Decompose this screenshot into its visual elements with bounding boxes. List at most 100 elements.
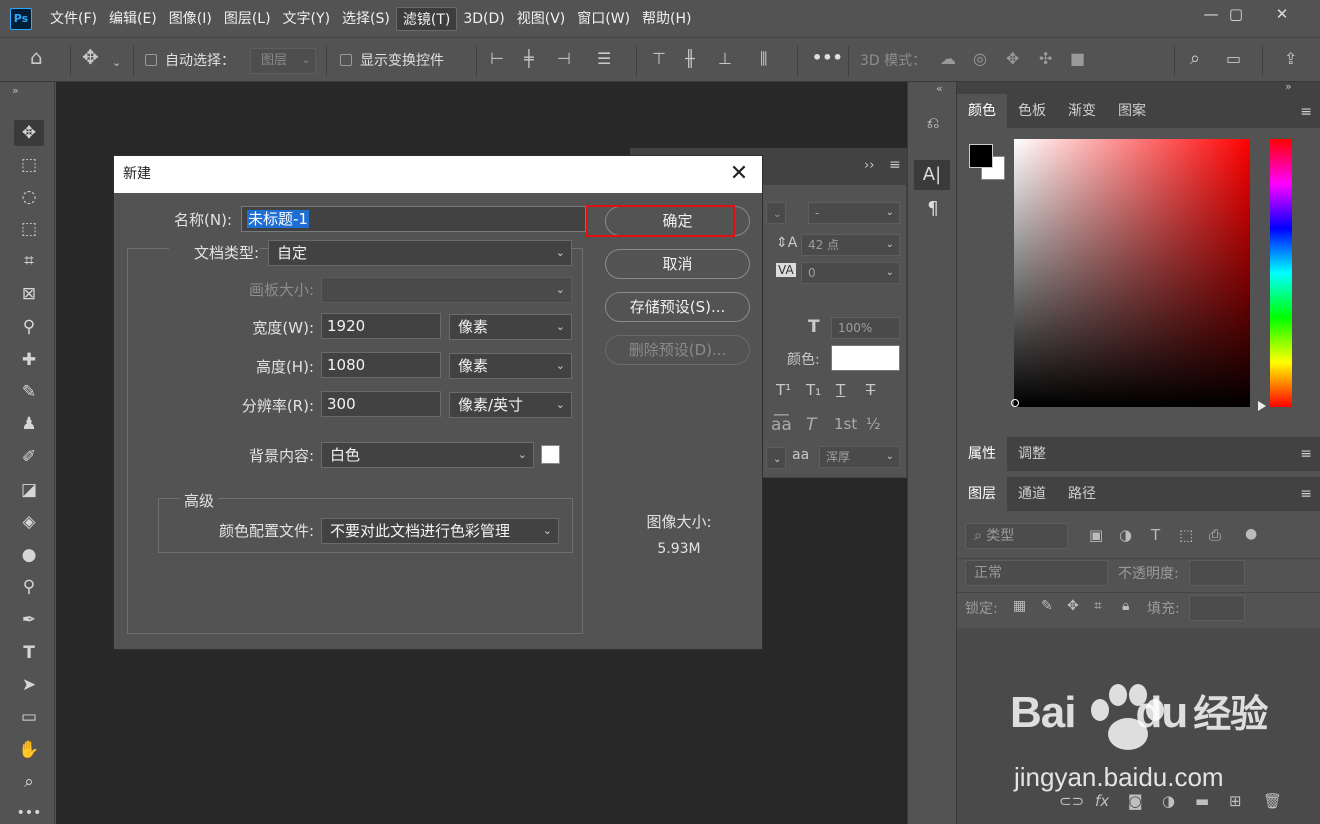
underline-icon[interactable]: T xyxy=(836,381,845,399)
menu-view[interactable]: 视图(V) xyxy=(511,7,572,31)
hand-tool-icon[interactable]: ✋ xyxy=(14,737,44,763)
paragraph-panel-icon[interactable]: ¶ xyxy=(918,196,948,222)
close-window-button[interactable]: ✕ xyxy=(1259,0,1305,27)
collapse-icon[interactable]: « xyxy=(936,82,943,95)
move-tool-icon[interactable]: ✥ xyxy=(14,120,44,146)
doc-type-select[interactable]: 自定 ⌄ xyxy=(268,240,572,266)
tab-swatches[interactable]: 色板 xyxy=(1007,94,1057,128)
panel-menu-icon[interactable]: ≡ xyxy=(1300,104,1312,120)
tracking-field[interactable]: 0 ⌄ xyxy=(801,262,900,284)
adjustment-filter-icon[interactable]: ◑ xyxy=(1119,526,1132,544)
3d-orbit-icon[interactable]: ☁ xyxy=(940,49,956,69)
eraser-tool-icon[interactable]: ◪ xyxy=(14,477,44,503)
background-select[interactable]: 白色 ⌄ xyxy=(321,442,534,468)
tab-layers[interactable]: 图层 xyxy=(957,477,1007,511)
collapse-icon[interactable]: » xyxy=(12,84,19,97)
delete-layer-icon[interactable]: 🗑︎ xyxy=(1263,792,1282,810)
name-input[interactable]: 未标题-1 xyxy=(241,206,586,232)
delete-preset-button[interactable]: 删除预设(D)... xyxy=(605,335,750,365)
image-filter-icon[interactable]: ▣ xyxy=(1089,526,1103,544)
text-color-swatch[interactable] xyxy=(831,345,900,371)
paint-bucket-tool-icon[interactable]: ◈ xyxy=(14,509,44,535)
opacity-field[interactable] xyxy=(1189,560,1245,586)
adjustment-layer-icon[interactable]: ◑ xyxy=(1162,792,1175,810)
fraction-icon[interactable]: ½ xyxy=(866,415,881,433)
distribute-icon[interactable]: ☰ xyxy=(597,49,611,69)
layer-filter-dropdown[interactable]: ⌕ 类型 xyxy=(965,523,1068,549)
menu-filter[interactable]: 滤镜(T) xyxy=(395,6,458,31)
shape-filter-icon[interactable]: ⬚ xyxy=(1179,526,1193,544)
new-layer-icon[interactable]: ⊞ xyxy=(1229,792,1242,810)
crop-tool-icon[interactable]: ⌗ xyxy=(14,248,44,274)
filter-toggle-icon[interactable]: ● xyxy=(1245,526,1257,542)
lasso-tool-icon[interactable]: ◌ xyxy=(14,184,44,210)
healing-tool-icon[interactable]: ✚ xyxy=(14,347,44,373)
type-filter-icon[interactable]: T xyxy=(1151,526,1160,544)
dodge-tool-icon[interactable]: ⚲ xyxy=(14,574,44,600)
menu-type[interactable]: 文字(Y) xyxy=(277,7,336,31)
resolution-unit-select[interactable]: 像素/英寸 ⌄ xyxy=(449,392,572,418)
menu-layer[interactable]: 图层(L) xyxy=(218,7,277,31)
font-style-dropdown[interactable]: ⌄ xyxy=(766,202,786,224)
lock-all-icon[interactable]: 🔒︎ xyxy=(1122,598,1129,614)
height-unit-select[interactable]: 像素 ⌄ xyxy=(449,353,572,379)
save-preset-button[interactable]: 存储预设(S)... xyxy=(605,292,750,322)
align-hcenter-icon[interactable]: ╪ xyxy=(524,49,534,69)
zoom-tool-icon[interactable]: ⌕ xyxy=(14,769,44,795)
3d-slide-icon[interactable]: ✣ xyxy=(1039,49,1052,69)
menu-file[interactable]: 文件(F) xyxy=(44,7,103,31)
hue-handle[interactable] xyxy=(1258,401,1266,411)
color-field[interactable] xyxy=(1014,139,1250,407)
foreground-color-swatch[interactable] xyxy=(969,144,993,168)
lock-pixels-icon[interactable]: ✎ xyxy=(1041,598,1053,614)
tab-adjustments[interactable]: 调整 xyxy=(1007,437,1057,471)
more-tools-icon[interactable]: ••• xyxy=(14,800,44,824)
layer-mask-icon[interactable]: ◙ xyxy=(1128,792,1143,810)
share-icon[interactable]: ⇪ xyxy=(1284,49,1297,69)
height-input[interactable]: 1080 xyxy=(321,352,441,378)
brush-tool-icon[interactable]: ✎ xyxy=(14,379,44,405)
blend-mode-dropdown[interactable]: 正常 xyxy=(965,560,1108,586)
subscript-icon[interactable]: T₁ xyxy=(806,381,821,399)
pen-tool-icon[interactable]: ✒ xyxy=(14,607,44,633)
eyedropper-tool-icon[interactable]: ⚲ xyxy=(14,314,44,340)
lock-transparency-icon[interactable]: ▦ xyxy=(1013,598,1026,614)
auto-select-checkbox[interactable] xyxy=(145,54,157,66)
menu-help[interactable]: 帮助(H) xyxy=(636,7,697,31)
leading-dropdown[interactable]: - ⌄ xyxy=(808,202,900,224)
tab-gradients[interactable]: 渐变 xyxy=(1057,94,1107,128)
scale-field[interactable]: 100% xyxy=(831,317,900,339)
swash-icon[interactable]: T xyxy=(806,415,816,435)
background-color-swatch[interactable] xyxy=(541,445,560,464)
expand-icon[interactable]: ›› xyxy=(864,158,874,173)
tab-patterns[interactable]: 图案 xyxy=(1107,94,1157,128)
font-size-field[interactable]: 42 点 ⌄ xyxy=(801,234,900,256)
menu-3d[interactable]: 3D(D) xyxy=(457,7,510,31)
move-tool-icon[interactable]: ✥ xyxy=(82,47,99,67)
history-panel-icon[interactable]: ⎌ xyxy=(918,110,948,136)
language-dropdown[interactable]: ⌄ xyxy=(766,447,786,469)
collapse-icon[interactable]: » xyxy=(1285,80,1292,93)
object-select-tool-icon[interactable]: ⬚ xyxy=(14,216,44,242)
chevron-down-icon[interactable]: ⌄ xyxy=(112,53,121,73)
ligature-icon[interactable]: a͞a xyxy=(771,415,792,435)
auto-select-dropdown[interactable]: 图层 ⌄ xyxy=(250,48,316,74)
color-picker-handle[interactable] xyxy=(1011,399,1019,407)
fill-field[interactable] xyxy=(1189,595,1245,621)
menu-select[interactable]: 选择(S) xyxy=(336,7,396,31)
menu-window[interactable]: 窗口(W) xyxy=(571,7,636,31)
stamp-tool-icon[interactable]: ♟ xyxy=(14,411,44,437)
workspace-icon[interactable]: ▭ xyxy=(1226,49,1241,69)
lock-artboard-icon[interactable]: ⌗ xyxy=(1094,598,1102,614)
group-icon[interactable]: ▬ xyxy=(1195,792,1209,810)
hue-slider[interactable] xyxy=(1270,139,1292,407)
lock-position-icon[interactable]: ✥ xyxy=(1067,598,1079,614)
tab-properties[interactable]: 属性 xyxy=(957,437,1007,471)
ordinal-icon[interactable]: 1st xyxy=(834,415,857,433)
menu-edit[interactable]: 编辑(E) xyxy=(103,7,163,31)
tab-channels[interactable]: 通道 xyxy=(1007,477,1057,511)
3d-camera-icon[interactable]: ■ xyxy=(1070,49,1085,69)
home-icon[interactable]: ⌂ xyxy=(30,47,43,67)
path-select-tool-icon[interactable]: ➤ xyxy=(14,672,44,698)
distribute-vertical-icon[interactable]: ⫼ xyxy=(760,49,767,69)
